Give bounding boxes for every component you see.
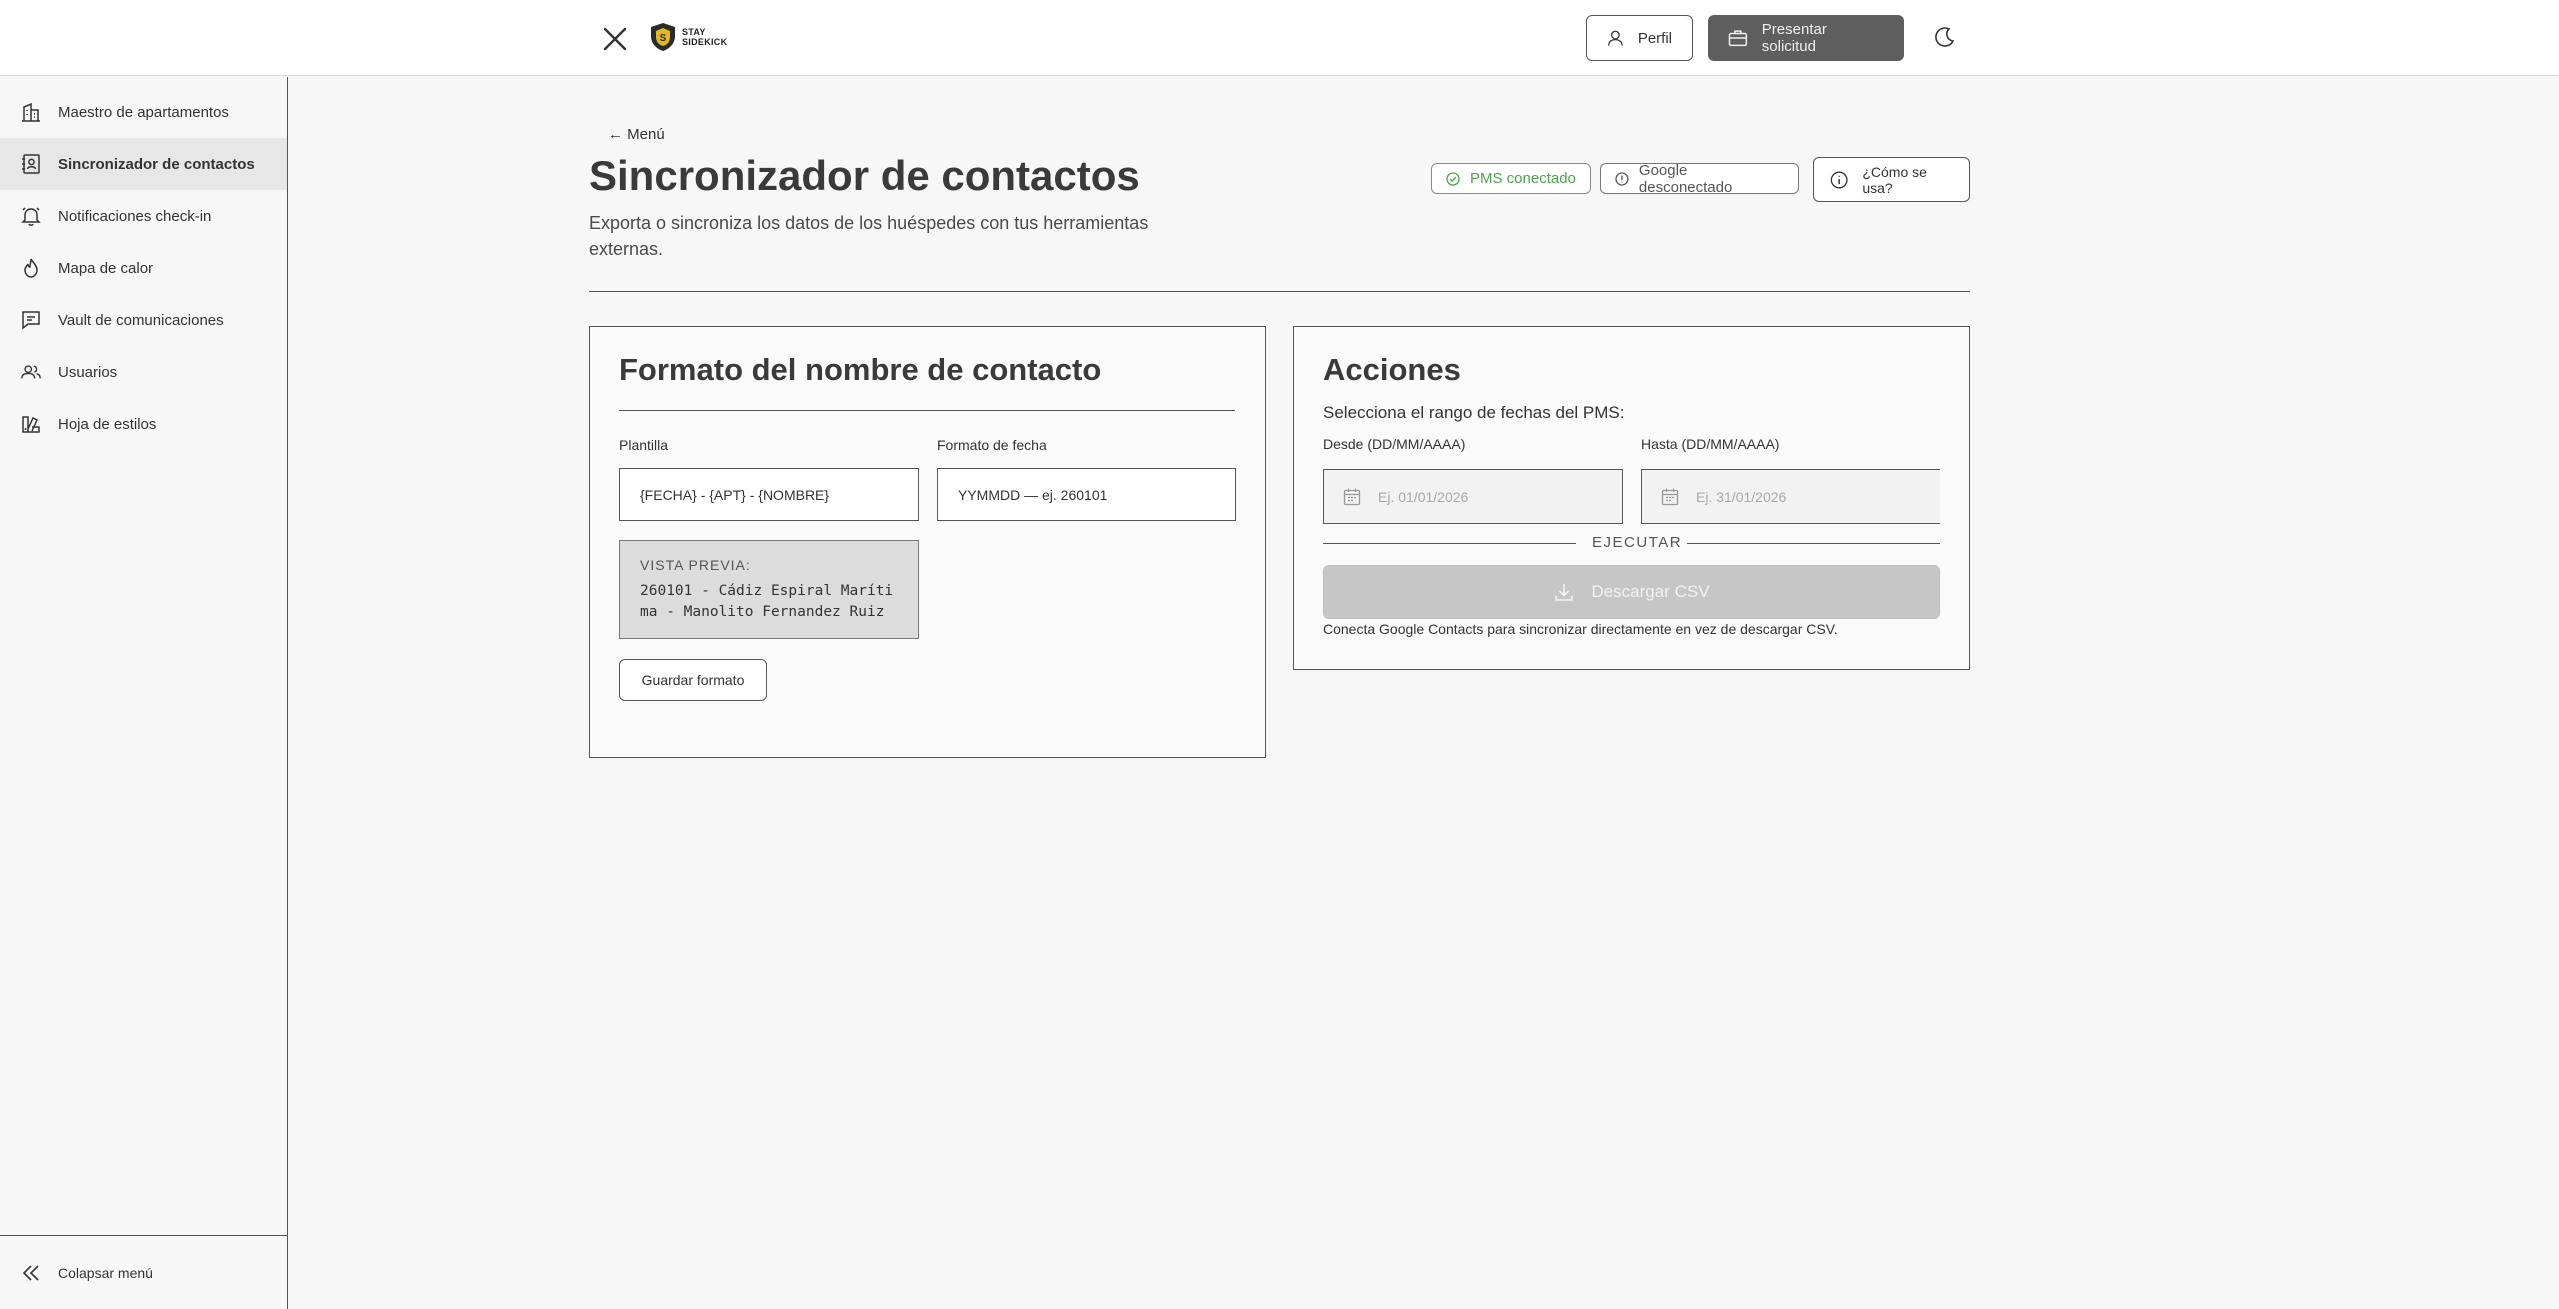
sidebar-item-users[interactable]: Usuarios	[0, 346, 287, 398]
logo-line-2: SIDEKICK	[682, 37, 728, 47]
date-format-value: YYMMDD — ej. 260101	[958, 486, 1108, 503]
back-to-menu-link[interactable]: ← Menú	[608, 126, 665, 143]
to-date-label: Hasta (DD/MM/AAAA)	[1641, 436, 1780, 452]
execute-section-label: EJECUTAR	[1592, 534, 1683, 551]
logo[interactable]: S STAY SIDEKICK	[650, 21, 727, 53]
calendar-icon	[1343, 488, 1361, 505]
flame-icon	[24, 258, 38, 278]
from-date-input[interactable]: Ej. 01/01/2026	[1323, 469, 1623, 524]
google-status-badge: Google desconectado	[1600, 161, 1799, 196]
double-chevron-left-icon	[22, 1265, 39, 1281]
save-format-button[interactable]: Guardar formato	[619, 659, 767, 701]
alert-circle-icon	[1615, 171, 1629, 186]
sidebar-divider	[0, 1235, 287, 1236]
users-icon	[21, 365, 41, 379]
sidebar-item-label: Sincronizador de contactos	[58, 155, 255, 173]
user-icon	[1608, 30, 1623, 46]
template-label: Plantilla	[619, 437, 669, 453]
logo-text: STAY SIDEKICK	[682, 27, 727, 47]
close-menu-button[interactable]	[598, 22, 632, 56]
svg-text:S: S	[660, 33, 667, 44]
download-icon	[1555, 584, 1574, 601]
collapse-menu-button[interactable]: Colapsar menú	[0, 1247, 287, 1299]
download-csv-button[interactable]: Descargar CSV	[1323, 565, 1940, 619]
sidebar-item-contact-sync[interactable]: Sincronizador de contactos	[0, 138, 287, 190]
logo-line-1: STAY	[682, 27, 706, 37]
calendar-icon	[1661, 488, 1679, 505]
close-icon	[603, 27, 627, 51]
submit-request-label: Presentar solicitud	[1761, 21, 1827, 55]
collapse-menu-label: Colapsar menú	[58, 1265, 153, 1281]
sidebar-item-communications-vault[interactable]: Vault de comunicaciones	[0, 294, 287, 346]
name-preview-box: VISTA PREVIA: 260101 - Cádiz Espiral Mar…	[619, 540, 919, 639]
palette-icon	[22, 416, 40, 433]
contact-book-icon	[22, 154, 40, 174]
pms-status-badge: PMS conectado	[1431, 163, 1591, 194]
profile-button[interactable]: Perfil	[1586, 15, 1693, 61]
template-input[interactable]: {FECHA} - {APT} - {NOMBRE}	[619, 468, 919, 521]
submit-request-button[interactable]: Presentar solicitud	[1708, 15, 1904, 61]
sidebar-item-label: Usuarios	[58, 363, 118, 381]
main-divider	[589, 291, 1970, 292]
google-status-label: Google desconectado	[1638, 161, 1733, 196]
sidebar-item-apartments[interactable]: Maestro de apartamentos	[0, 86, 287, 138]
briefcase-icon	[1728, 30, 1748, 47]
sidebar-item-label: Hoja de estilos	[58, 415, 157, 433]
preview-text: 260101 - Cádiz Espiral Marítima - Manoli…	[640, 583, 894, 620]
shield-logo-icon: S	[651, 23, 675, 51]
to-date-input[interactable]: Ej. 31/01/2026	[1641, 469, 1940, 524]
template-value: {FECHA} - {APT} - {NOMBRE}	[640, 486, 830, 503]
sidebar-item-label: Vault de comunicaciones	[58, 311, 224, 329]
sidebar-item-heatmap[interactable]: Mapa de calor	[0, 242, 287, 294]
how-to-use-label: ¿Cómo se usa?	[1862, 163, 1927, 196]
google-connect-note: Conecta Google Contacts para sincronizar…	[1323, 621, 1838, 637]
preview-label: VISTA PREVIA:	[640, 557, 751, 573]
moon-icon	[1935, 27, 1955, 47]
date-range-instruction: Selecciona el rango de fechas del PMS:	[1323, 403, 1625, 422]
sidebar-item-label: Maestro de apartamentos	[58, 103, 229, 121]
pms-status-label: PMS conectado	[1470, 170, 1576, 187]
page-title: Sincronizador de contactos	[589, 152, 1140, 199]
card-title: Formato del nombre de contacto	[619, 352, 1102, 387]
sidebar-item-label: Notificaciones check-in	[58, 207, 212, 225]
profile-label: Perfil	[1637, 29, 1672, 47]
actions-card: Acciones Selecciona el rango de fechas d…	[1293, 326, 1970, 670]
building-icon	[22, 102, 40, 122]
top-header: S STAY SIDEKICK Perfil Presentar solicit…	[0, 0, 2559, 76]
how-to-use-button[interactable]: ¿Cómo se usa?	[1813, 157, 1970, 202]
execute-divider-right	[1687, 543, 1940, 544]
to-date-placeholder: Ej. 31/01/2026	[1696, 488, 1787, 505]
card-divider	[619, 410, 1235, 411]
date-format-select[interactable]: YYMMDD — ej. 260101	[937, 468, 1236, 521]
back-label: ← Menú	[608, 126, 665, 143]
sidebar-item-checkin-notifications[interactable]: Notificaciones check-in	[0, 190, 287, 242]
info-icon	[1830, 171, 1848, 188]
date-format-label: Formato de fecha	[937, 437, 1047, 453]
from-date-label: Desde (DD/MM/AAAA)	[1323, 436, 1466, 452]
execute-divider-left	[1323, 543, 1576, 544]
contact-name-format-card: Formato del nombre de contacto Plantilla…	[589, 326, 1266, 758]
theme-toggle-button[interactable]	[1930, 22, 1960, 52]
download-csv-label: Descargar CSV	[1591, 582, 1710, 601]
save-format-label: Guardar formato	[641, 672, 745, 688]
sidebar: Maestro de apartamentos Sincronizador de…	[0, 77, 288, 1309]
message-icon	[22, 311, 40, 330]
sidebar-item-stylesheet[interactable]: Hoja de estilos	[0, 398, 287, 450]
sidebar-item-label: Mapa de calor	[58, 259, 154, 277]
from-date-placeholder: Ej. 01/01/2026	[1378, 488, 1469, 505]
bell-icon	[21, 207, 41, 226]
card-title: Acciones	[1323, 352, 1461, 387]
check-circle-icon	[1446, 171, 1460, 186]
page-subtitle: Exporta o sincroniza los datos de los hu…	[589, 213, 1149, 259]
